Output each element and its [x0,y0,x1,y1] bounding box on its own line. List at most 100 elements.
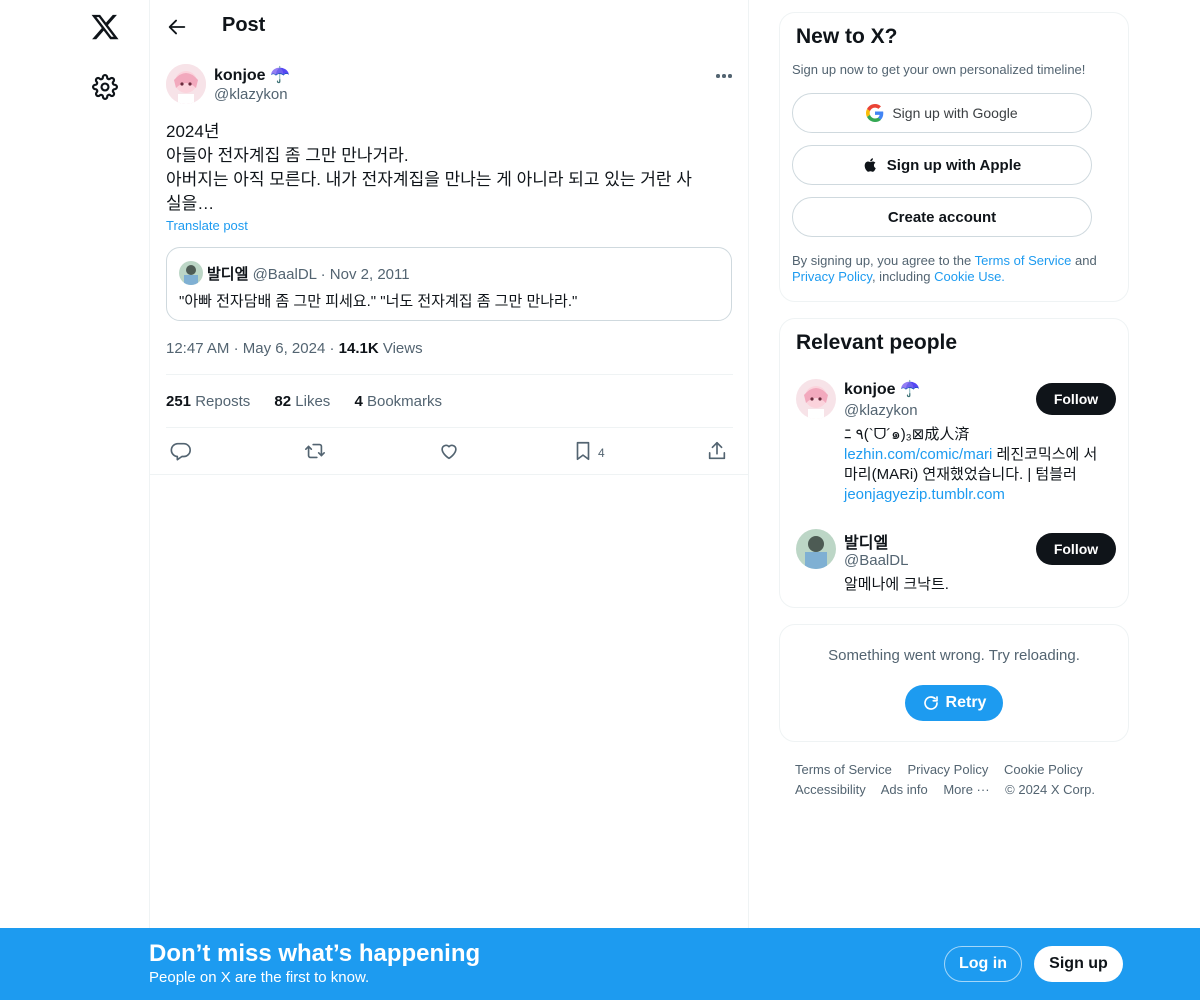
quoted-author-name: 발디엘 [207,266,249,283]
footer-link-cookie[interactable]: Cookie Policy [1004,762,1083,777]
bookmark-icon[interactable] [572,440,594,462]
error-message: Something went wrong. Try reloading. [828,647,1080,664]
follow-button[interactable]: Follow [1036,533,1116,565]
translate-post-link[interactable]: Translate post [166,218,248,233]
author-handle[interactable]: @klazykon [214,86,288,103]
post-text: 2024년 아들아 전자계집 좀 그만 만나거라. 아버지는 아직 모른다. 내… [166,120,731,216]
relevant-people-card: Relevant people konjoe ☂️ @klazykon Foll… [779,318,1129,608]
bottom-bar-title: Don’t miss what’s happening [149,940,481,967]
like-heart-icon[interactable] [438,440,460,462]
copyright: © 2024 X Corp. [1005,782,1095,797]
footer-link-more[interactable]: More ··· [943,782,989,797]
share-icon[interactable] [706,440,728,462]
create-account-button[interactable]: Create account [792,197,1092,237]
bio-link-tumblr[interactable]: jeonjagyezip.tumblr.com [844,486,1005,503]
post-actions: 4 [150,428,748,475]
reply-icon[interactable] [170,440,192,462]
bottom-bar-subtitle: People on X are the first to know. [149,969,370,986]
signup-apple-button[interactable]: Sign up with Apple [792,145,1092,185]
post-text-line: 실을… [166,194,215,213]
person-name[interactable]: 발디엘 [844,529,888,553]
reposts-label: Reposts [195,393,251,410]
person-handle[interactable]: @klazykon [844,402,918,419]
likes-count: 82 [274,393,292,410]
person-name[interactable]: konjoe ☂️ [844,379,920,399]
post-author: konjoe ☂️ @klazykon [166,64,736,108]
signup-button[interactable]: Sign up [1034,946,1123,982]
follow-button[interactable]: Follow [1036,383,1116,415]
privacy-policy-link[interactable]: Privacy Policy [792,269,872,284]
footer-link-accessibility[interactable]: Accessibility [795,782,866,797]
post-header: Post [150,0,748,54]
person-avatar[interactable] [796,529,836,569]
main-column: Post konjoe ☂️ @klazykon 2024년 아들아 전자계집 … [149,0,749,928]
relevant-people-title: Relevant people [796,331,958,354]
bottom-signup-bar: Don’t miss what’s happening People on X … [0,928,1200,1000]
page-title: Post [222,14,266,36]
x-logo-icon[interactable] [90,12,120,42]
footer-link-terms[interactable]: Terms of Service [795,762,892,777]
reposts-stat[interactable]: 251 Reposts [166,393,250,410]
post-stats: 251 Reposts 82 Likes 4 Bookmarks [166,393,462,410]
back-arrow-icon[interactable] [166,16,188,38]
post-time[interactable]: 12:47 AM [166,340,229,357]
likes-stat[interactable]: 82 Likes [274,393,330,410]
settings-gear-icon[interactable] [92,74,118,100]
login-button[interactable]: Log in [944,946,1022,982]
footer-link-ads-info[interactable]: Ads info [881,782,928,797]
views-count: 14.1K [338,340,379,357]
bio-link-lezhin[interactable]: lezhin.com/comic/mari [844,446,992,463]
reposts-count: 251 [166,393,192,410]
retry-label: Retry [945,694,987,711]
bookmarks-stat[interactable]: 4 Bookmarks [354,393,442,410]
left-nav [0,0,150,1000]
person-handle[interactable]: @BaalDL [844,552,908,569]
apple-icon [864,158,876,172]
quoted-author-avatar [179,261,203,285]
person-item[interactable]: konjoe ☂️ @klazykon Follow ﾆ ٩(`ᗜ´๑)₃⊠成人… [796,379,1116,509]
signup-google-button[interactable]: Sign up with Google [792,93,1092,133]
legal-text: By signing up, you agree to the [792,253,975,268]
signup-subtitle: Sign up now to get your own personalized… [792,62,1086,77]
footer-link-privacy[interactable]: Privacy Policy [907,762,988,777]
bookmarks-count: 4 [354,393,363,410]
quoted-post-header: 발디엘 @BaalDL · Nov 2, 2011 [207,263,410,284]
refresh-icon [923,696,938,710]
umbrella-emoji: ☂️ [900,381,920,398]
umbrella-emoji: ☂️ [270,67,290,84]
bookmark-count: 4 [598,446,605,460]
cookie-use-link[interactable]: Cookie Use. [934,269,1005,284]
repost-icon[interactable] [304,440,326,462]
person-avatar[interactable] [796,379,836,419]
post-date[interactable]: May 6, 2024 [243,340,326,357]
quoted-post-date: Nov 2, 2011 [329,266,410,283]
more-options-icon[interactable] [712,66,736,86]
retry-button[interactable]: Retry [905,685,1003,721]
likes-label: Likes [295,393,331,410]
quoted-post[interactable]: 발디엘 @BaalDL · Nov 2, 2011 "아빠 전자담배 좀 그만 … [166,247,732,321]
post-meta: 12:47 AM · May 6, 2024 · 14.1K Views [166,340,423,357]
author-name[interactable]: konjoe ☂️ [214,65,290,85]
signup-card: New to X? Sign up now to get your own pe… [779,12,1129,302]
post-text-line: 2024년 [166,122,220,141]
person-name-text[interactable]: konjoe [844,381,896,398]
post-text-line: 아버지는 아직 모른다. 내가 전자계집을 만나는 게 아니라 되고 있는 거란… [166,170,692,189]
signup-legal-text: By signing up, you agree to the Terms of… [792,253,1117,285]
legal-text: , including [871,269,935,284]
views-label: Views [382,340,423,357]
author-name-text[interactable]: konjoe [214,67,266,84]
person-item[interactable]: 발디엘 @BaalDL Follow 알메나에 크낙트. [796,529,1116,599]
person-bio: 알메나에 크낙트. [844,576,949,593]
bio-line: ﾆ ٩(`ᗜ´๑)₃⊠成人済 [844,426,970,443]
person-bio: ﾆ ٩(`ᗜ´๑)₃⊠成人済 lezhin.com/comic/mari 레진코… [844,425,1114,505]
author-avatar[interactable] [166,64,206,104]
post-text-line: 아들아 전자계집 좀 그만 만나거라. [166,146,409,165]
error-card: Something went wrong. Try reloading. Ret… [779,624,1129,742]
signup-google-label: Sign up with Google [892,105,1018,121]
legal-text: and [1071,253,1097,268]
terms-of-service-link[interactable]: Terms of Service [975,253,1072,268]
quoted-post-text: "아빠 전자담배 좀 그만 피세요." "너도 전자계집 좀 그만 만나라." [179,293,578,310]
google-icon [866,104,884,122]
separator-dot: · [329,340,335,357]
separator-dot: · [233,340,239,357]
